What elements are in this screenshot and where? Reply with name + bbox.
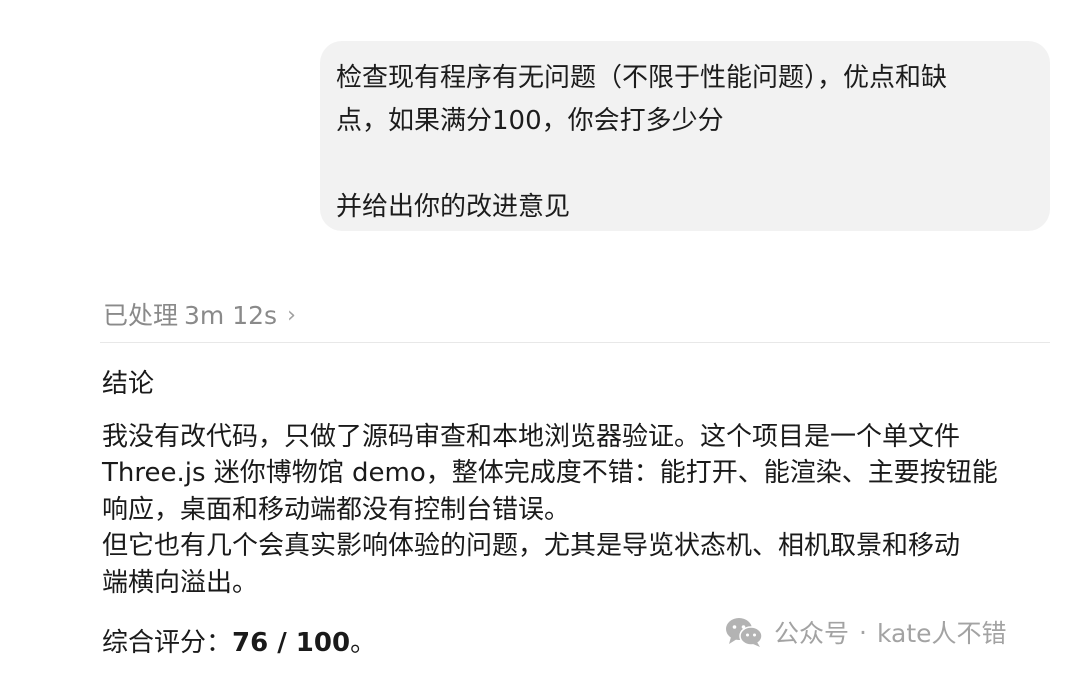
user-message-blank-line (336, 143, 1034, 186)
user-message-line-4: 并给出你的改进意见 (336, 192, 571, 222)
divider (100, 342, 1050, 343)
user-message-line-1: 检查现有程序有无问题（不限于性能问题），优点和缺 (336, 63, 948, 93)
score-suffix: 。 (350, 628, 377, 658)
body-line-4: 但它也有几个会真实影响体验的问题，尤其是导览状态机、相机取景和移动 (102, 531, 961, 562)
processed-label: 已处理 (103, 301, 179, 330)
watermark-account: kate人不错 (876, 619, 1007, 648)
processed-time: 3m 12s (184, 301, 278, 330)
score-label: 综合评分： (102, 628, 233, 658)
section-title: 结论 (102, 369, 155, 399)
watermark-platform: 公众号 (774, 619, 850, 648)
body-line-5: 端横向溢出。 (102, 567, 259, 598)
score-value: 76 / 100 (232, 628, 351, 658)
wechat-icon (726, 618, 763, 647)
body-line-1: 我没有改代码，只做了源码审查和本地浏览器验证。这个项目是一个单文件 (102, 422, 961, 452)
watermark-separator: · (859, 617, 867, 647)
assistant-message-body: 我没有改代码，只做了源码审查和本地浏览器验证。这个项目是一个单文件 Three.… (102, 419, 1062, 601)
body-line-2: Three.js 迷你博物馆 demo，整体完成度不错：能打开、能渲染、主要按钮… (102, 458, 998, 489)
chevron-right-icon: › (287, 303, 296, 328)
score-line: 综合评分：76 / 100。 (102, 623, 376, 663)
watermark: 公众号 · kate人不错 (724, 612, 1007, 652)
processed-toggle[interactable]: 已处理 3m 12s › (103, 296, 296, 338)
user-message-line-2: 点，如果满分100，你会打多少分 (336, 106, 724, 136)
user-message-bubble: 检查现有程序有无问题（不限于性能问题），优点和缺 点，如果满分100，你会打多少… (320, 41, 1050, 231)
body-line-3: 响应，桌面和移动端都没有控制台错误。 (102, 494, 571, 525)
